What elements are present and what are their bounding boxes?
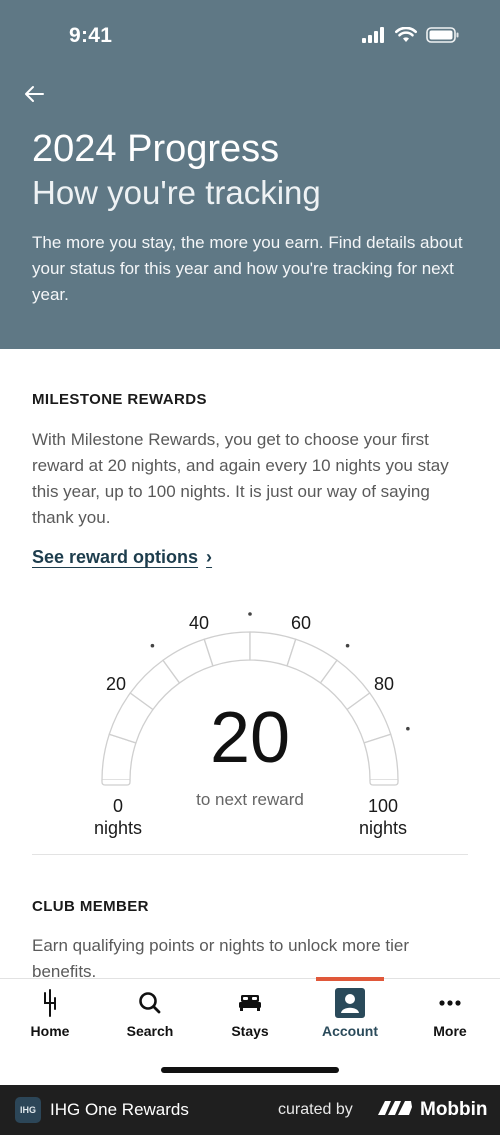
gauge-label-40: 40 <box>188 613 210 633</box>
status-icons <box>362 26 460 48</box>
home-indicator <box>161 1067 339 1073</box>
tab-search-label: Search <box>126 1023 174 1039</box>
arrow-left-icon <box>23 85 45 108</box>
milestone-rewards-heading: MILESTONE REWARDS <box>32 391 207 408</box>
section-divider <box>32 854 468 855</box>
gauge-segment <box>203 631 251 667</box>
page-title: 2024 Progress <box>32 128 280 170</box>
gauge-marker-dot <box>150 643 155 648</box>
tab-more-label: More <box>433 1023 467 1039</box>
club-member-heading: CLUB MEMBER <box>32 898 149 915</box>
gauge-end-label: 100 nights <box>351 795 415 839</box>
gauge-label-20: 20 <box>105 674 127 694</box>
back-button[interactable] <box>18 80 50 112</box>
signal-icon <box>362 27 386 48</box>
status-time: 9:41 <box>69 24 113 47</box>
tab-stays[interactable]: Stays <box>200 979 300 1049</box>
ihg-logo-icon <box>41 989 59 1017</box>
link-label: See reward options <box>32 547 199 567</box>
battery-icon <box>426 27 460 48</box>
gauge-label-80: 80 <box>373 674 395 694</box>
nights-to-next-reward: 20 <box>209 698 291 778</box>
gauge-marker-dot <box>248 612 252 616</box>
account-icon <box>335 988 365 1018</box>
footer-curated-by: curated by <box>278 1101 353 1118</box>
gauge-end-cap <box>101 780 131 786</box>
more-dots-icon <box>439 989 461 1017</box>
milestone-rewards-text: With Milestone Rewards, you get to choos… <box>32 430 449 527</box>
page-subtitle: How you're tracking <box>32 174 321 211</box>
gauge-end-cap <box>369 780 399 786</box>
chevron-right-icon: › <box>206 547 213 567</box>
tab-home[interactable]: Home <box>0 979 100 1049</box>
wifi-icon <box>395 26 417 48</box>
page-header: 9:41 2024 Progress How you're tracking T… <box>0 0 500 349</box>
tab-account[interactable]: Account <box>300 979 400 1049</box>
tab-more[interactable]: More <box>400 979 500 1049</box>
tab-account-label: Account <box>322 1023 378 1039</box>
gauge-end-unit: nights <box>358 818 408 838</box>
footer-app-name: IHG One Rewards <box>50 1100 189 1119</box>
bed-icon <box>238 989 262 1017</box>
see-reward-options-link[interactable]: See reward options › <box>32 547 212 568</box>
status-bar: 9:41 <box>0 0 500 76</box>
mobbin-brand: Mobbin <box>376 1097 488 1123</box>
tab-home-label: Home <box>30 1023 70 1039</box>
mobbin-footer: IHG IHG One Rewards curated by Mobbin <box>0 1085 500 1135</box>
page-description: The more you stay, the more you earn. Fi… <box>32 233 463 304</box>
gauge-label-60: 60 <box>290 613 312 633</box>
gauge-start-value: 0 <box>112 796 123 816</box>
ihg-app-logo: IHG <box>15 1097 41 1123</box>
tab-stays-label: Stays <box>231 1023 269 1039</box>
gauge-start-unit: nights <box>93 818 143 838</box>
mobbin-brand-label: Mobbin <box>420 1099 488 1120</box>
mobbin-logo-icon <box>376 1097 414 1123</box>
gauge-marker-dot <box>345 643 350 648</box>
next-reward-caption: to next reward <box>196 790 304 809</box>
search-icon <box>138 989 162 1017</box>
tab-search[interactable]: Search <box>100 979 200 1049</box>
gauge-end-value: 100 <box>367 796 399 816</box>
gauge-start-label: 0 nights <box>88 795 148 839</box>
